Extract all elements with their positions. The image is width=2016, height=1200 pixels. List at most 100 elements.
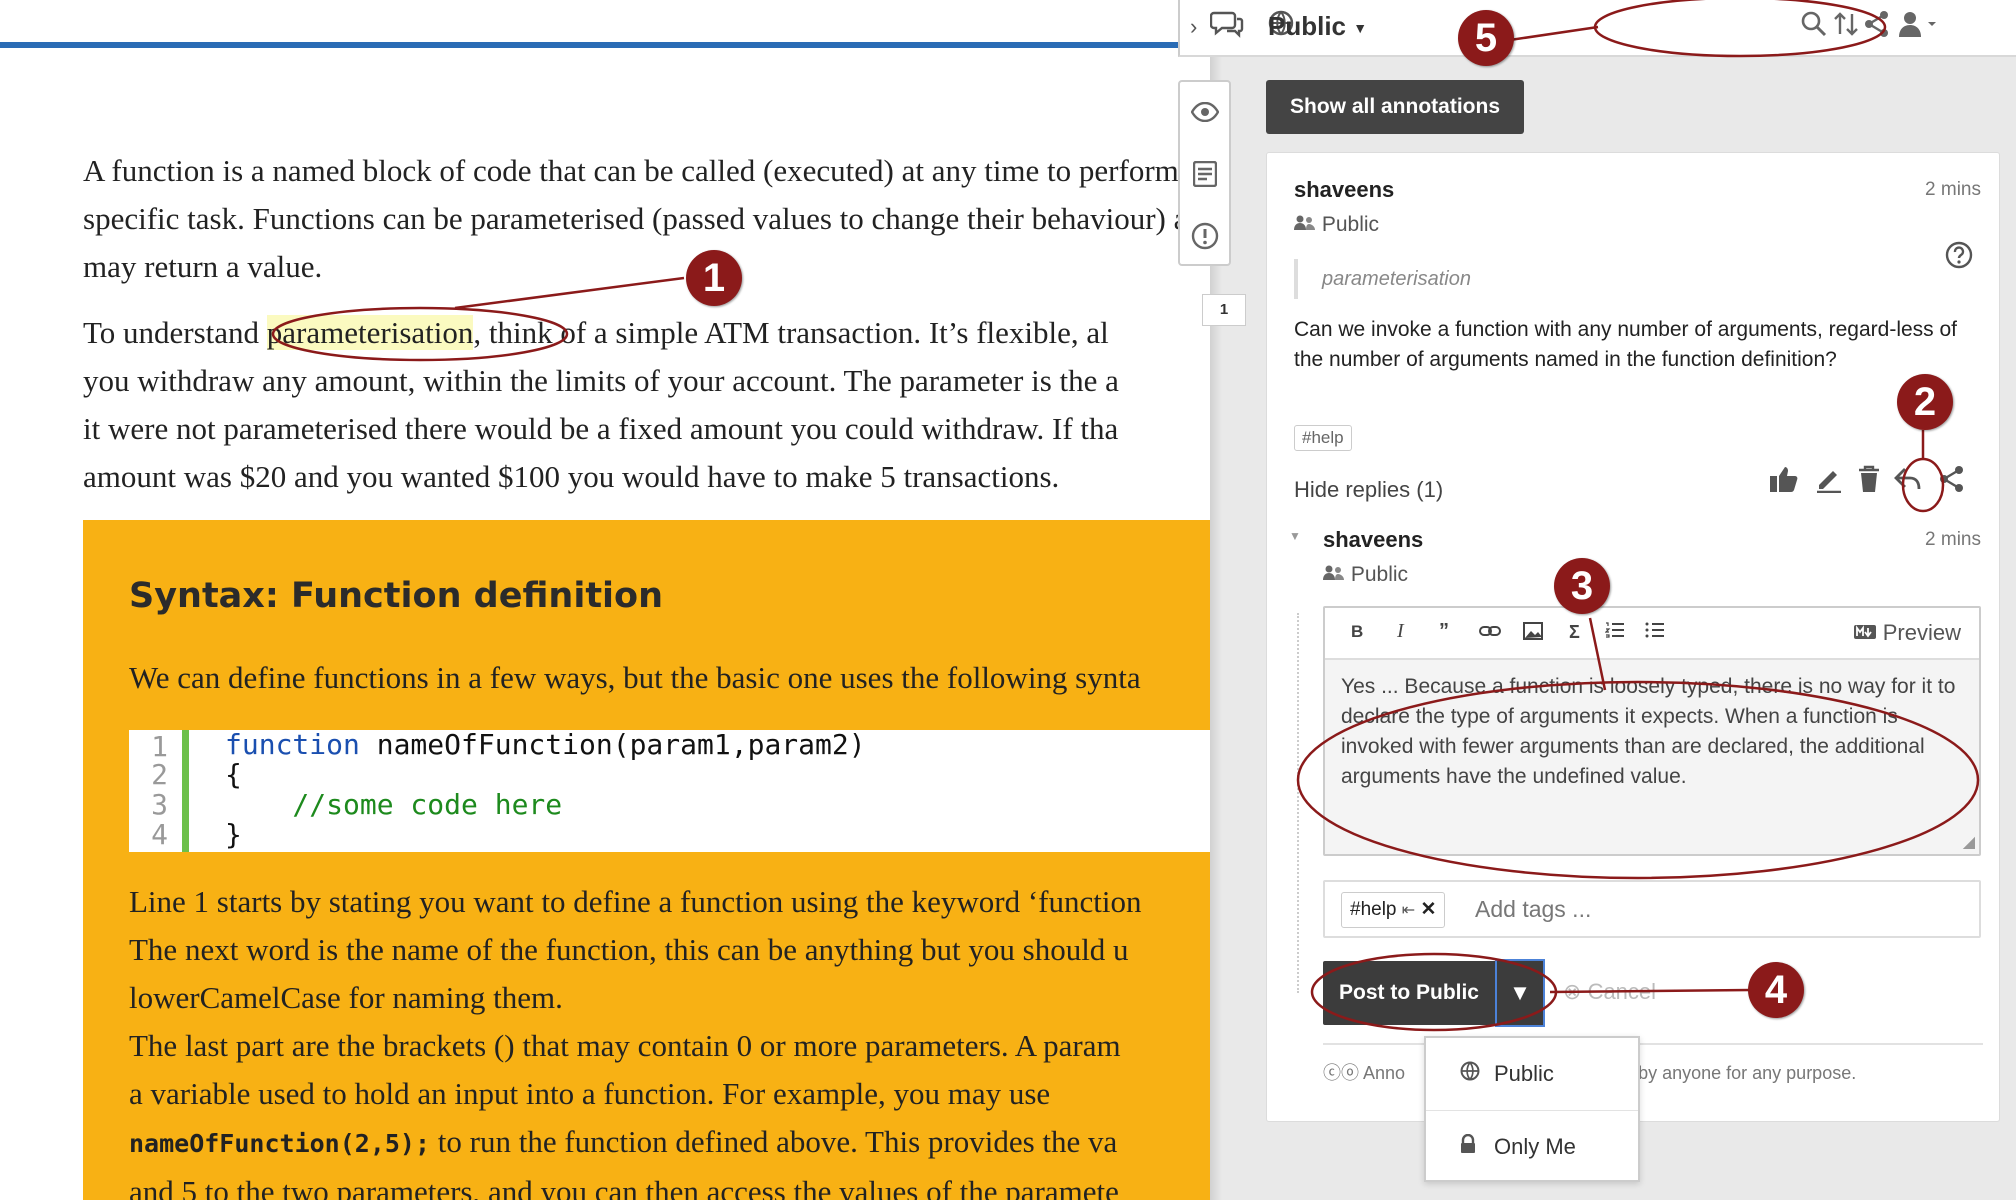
group-label: Public bbox=[1268, 11, 1347, 41]
code-line: function nameOfFunction(param1,param2) bbox=[225, 728, 866, 761]
tag-pill: #help ⇤ ✕ bbox=[1341, 892, 1446, 928]
alert-icon[interactable] bbox=[1180, 206, 1229, 266]
annotation-tag[interactable]: #help bbox=[1294, 425, 1352, 451]
para-line: amount was $20 and you wanted $100 you w… bbox=[83, 459, 1060, 494]
edit-icon[interactable] bbox=[1815, 465, 1843, 500]
annotation-privacy: Public bbox=[1294, 213, 1379, 237]
para-line: Line 1 starts by stating you want to def… bbox=[129, 884, 1142, 919]
group-selector[interactable]: Public ▼ bbox=[1268, 11, 1367, 42]
delete-icon[interactable] bbox=[1857, 465, 1881, 500]
annotations-bubble-icon[interactable] bbox=[1209, 10, 1244, 47]
reply-editor: B I ” Σ Preview Yes ... Because a functi… bbox=[1323, 606, 1981, 856]
callout-marker: 5 bbox=[1458, 10, 1514, 66]
para-line: nameOfFunction(2,5); to run the function… bbox=[129, 1118, 1141, 1168]
reply-privacy: Public bbox=[1323, 563, 1408, 587]
footer-divider bbox=[1323, 1043, 1983, 1045]
privacy-label: Public bbox=[1350, 563, 1409, 586]
eye-icon[interactable] bbox=[1180, 82, 1229, 142]
reply-thread-line bbox=[1297, 613, 1299, 993]
hide-replies-link[interactable]: Hide replies (1) bbox=[1294, 477, 1443, 503]
code-line: { bbox=[225, 758, 242, 791]
para-text: to run the function defined above. This … bbox=[430, 1124, 1118, 1159]
globe-icon bbox=[1460, 1038, 1494, 1110]
code-line: } bbox=[225, 818, 242, 851]
editor-toolbar: B I ” Σ Preview bbox=[1325, 608, 1979, 660]
link-icon[interactable] bbox=[1479, 622, 1501, 643]
para-line: specific task. Functions can be paramete… bbox=[83, 201, 1203, 236]
code-comment: //some code here bbox=[225, 788, 563, 821]
tag-pill-label: #help bbox=[1350, 899, 1397, 920]
header-rule bbox=[0, 42, 1185, 48]
callout-marker: 2 bbox=[1897, 374, 1953, 430]
license-left: Anno bbox=[1363, 1063, 1406, 1083]
bullet-list-icon[interactable] bbox=[1645, 622, 1665, 643]
para-text: , think of a simple ATM transaction. It’… bbox=[473, 315, 1109, 350]
code-keyword: function bbox=[225, 728, 360, 761]
group-icon bbox=[1323, 565, 1344, 580]
callout-marker: 1 bbox=[686, 250, 742, 306]
math-icon[interactable]: Σ bbox=[1569, 622, 1580, 643]
user-account-icon[interactable] bbox=[1898, 10, 1938, 45]
reply-username[interactable]: shaveens bbox=[1323, 527, 1423, 553]
privacy-dropdown-menu: Public Only Me bbox=[1424, 1036, 1640, 1182]
callout-marker: 3 bbox=[1554, 558, 1610, 614]
post-to-public-button[interactable]: Post to Public bbox=[1323, 961, 1495, 1025]
para-line: To understand parameterisation, think of… bbox=[83, 309, 1119, 357]
reply-icon[interactable] bbox=[1893, 465, 1923, 500]
annotation-timestamp[interactable]: 2 mins bbox=[1925, 179, 1981, 201]
line-number-gutter: 1 2 3 4 bbox=[129, 730, 189, 852]
paragraph-intro: A function is a named block of code that… bbox=[83, 147, 1203, 291]
markdown-icon bbox=[1853, 625, 1876, 639]
para-line: you withdraw any amount, within the limi… bbox=[83, 363, 1119, 398]
post-options-caret-icon[interactable]: ▼ bbox=[1495, 959, 1545, 1027]
lock-icon bbox=[1460, 1111, 1494, 1183]
document-page: A function is a named block of code that… bbox=[0, 0, 1250, 1200]
help-circle-icon[interactable] bbox=[1945, 241, 1973, 274]
sort-icon[interactable] bbox=[1832, 10, 1860, 45]
dropdown-item-only-me[interactable]: Only Me bbox=[1426, 1111, 1638, 1183]
preview-label: Preview bbox=[1882, 620, 1961, 645]
annotation-quote: parameterisation bbox=[1294, 259, 1471, 299]
inline-code: nameOfFunction(2,5); bbox=[129, 1129, 431, 1158]
image-icon[interactable] bbox=[1523, 622, 1543, 645]
reply-textarea[interactable]: Yes ... Because a function is loosely ty… bbox=[1341, 672, 1961, 792]
code-text: nameOfFunction(param1,param2) bbox=[359, 728, 866, 761]
line-number: 4 bbox=[151, 818, 168, 851]
annotation-card: shaveens 2 mins Public parameterisation … bbox=[1266, 152, 2000, 1122]
page-notes-icon[interactable] bbox=[1180, 144, 1229, 204]
para-line: may return a value. bbox=[83, 249, 323, 284]
italic-icon[interactable]: I bbox=[1397, 620, 1404, 643]
para-line: The next word is the name of the functio… bbox=[129, 932, 1129, 967]
para-line: The last part are the brackets () that m… bbox=[129, 1028, 1121, 1063]
remove-tag-icon[interactable]: ✕ bbox=[1420, 899, 1436, 920]
collapse-reply-icon[interactable]: ▼ bbox=[1289, 529, 1301, 543]
para-line: lowerCamelCase for naming them. bbox=[129, 980, 563, 1015]
reply-timestamp[interactable]: 2 mins bbox=[1925, 529, 1981, 551]
annotation-username[interactable]: shaveens bbox=[1294, 177, 1394, 203]
quote-icon[interactable]: ” bbox=[1439, 620, 1449, 643]
group-icon bbox=[1294, 215, 1315, 230]
dropdown-label: Public bbox=[1494, 1061, 1554, 1086]
dropdown-item-public[interactable]: Public bbox=[1426, 1038, 1638, 1110]
annotation-count-badge[interactable]: 1 bbox=[1202, 294, 1246, 326]
share-icon[interactable] bbox=[1864, 10, 1890, 45]
collapse-chevron-icon[interactable]: › bbox=[1190, 14, 1197, 40]
tags-input[interactable]: #help ⇤ ✕ Add tags ... bbox=[1323, 880, 1981, 938]
resize-handle-icon[interactable]: ◢ bbox=[1963, 832, 1975, 852]
highlighted-text[interactable]: parameterisation bbox=[266, 315, 474, 350]
like-icon[interactable] bbox=[1769, 465, 1799, 500]
para-line: a variable used to hold an input into a … bbox=[129, 1076, 1051, 1111]
preview-button[interactable]: Preview bbox=[1853, 620, 1961, 646]
paragraph-atm: To understand parameterisation, think of… bbox=[83, 309, 1119, 501]
show-all-annotations-button[interactable]: Show all annotations bbox=[1266, 80, 1524, 134]
line-number: 3 bbox=[151, 788, 168, 821]
callout-marker: 4 bbox=[1748, 962, 1804, 1018]
cc-license-icon: ⓒⓞ bbox=[1323, 1063, 1359, 1083]
dropdown-label: Only Me bbox=[1494, 1134, 1576, 1159]
numbered-list-icon[interactable] bbox=[1604, 622, 1625, 643]
code-block: 1 2 3 4 function nameOfFunction(param1,p… bbox=[129, 728, 1250, 852]
cancel-button[interactable]: ⊗ Cancel bbox=[1563, 979, 1656, 1005]
share-annotation-icon[interactable] bbox=[1939, 465, 1965, 500]
search-icon[interactable] bbox=[1800, 10, 1828, 45]
bold-icon[interactable]: B bbox=[1351, 622, 1363, 642]
